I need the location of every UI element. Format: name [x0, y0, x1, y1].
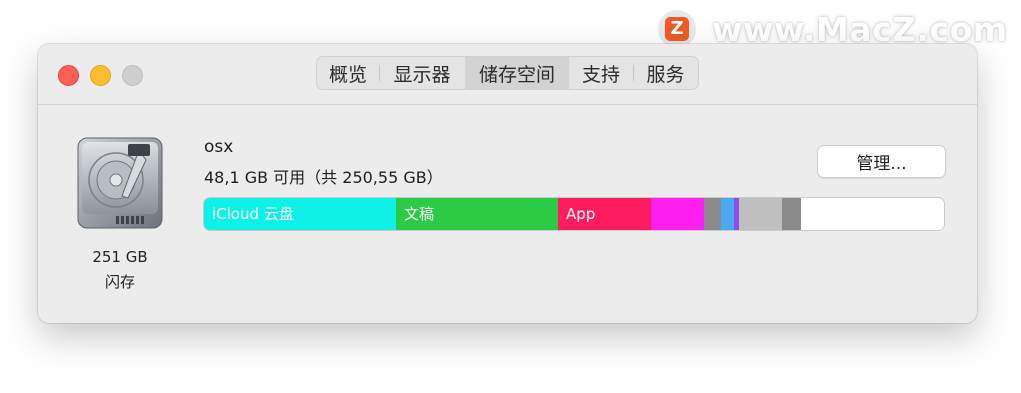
watermark-text: www.MacZ.com — [712, 9, 1008, 49]
drive-type: 闪存 — [104, 273, 135, 291]
storage-segment-apps[interactable]: App — [558, 198, 651, 230]
tab-service[interactable]: 服务 — [633, 57, 698, 89]
about-this-mac-window: 概览 显示器 储存空间 支持 服务 251 GB 闪存 osx 48,1 GB … — [38, 44, 977, 323]
zoom-button[interactable] — [122, 65, 143, 86]
macz-logo-letter: Z — [665, 17, 689, 41]
storage-segment-icloud[interactable]: iCloud 云盘 — [204, 198, 396, 230]
tab-bar: 概览 显示器 储存空间 支持 服务 — [316, 56, 699, 90]
manage-button[interactable]: 管理... — [817, 145, 946, 178]
storage-segment-gray[interactable] — [704, 198, 721, 230]
storage-segment-light-gray[interactable] — [739, 198, 782, 230]
volume-available-space: 48,1 GB 可用（共 250,55 GB） — [204, 168, 443, 187]
storage-segment-label: 文稿 — [404, 205, 435, 223]
close-button[interactable] — [58, 65, 79, 86]
storage-segment-label: iCloud 云盘 — [212, 205, 294, 223]
storage-segment-magenta[interactable] — [651, 198, 704, 230]
storage-segment-label: App — [566, 205, 596, 223]
storage-segment-free — [801, 198, 944, 230]
volume-name: osx — [204, 137, 234, 157]
tab-support[interactable]: 支持 — [569, 57, 633, 89]
storage-usage-bar: iCloud 云盘 文稿 App — [203, 197, 945, 231]
tab-displays[interactable]: 显示器 — [379, 57, 465, 89]
hard-drive-icon — [76, 136, 164, 230]
title-bar: 概览 显示器 储存空间 支持 服务 — [38, 44, 977, 105]
storage-segment-dark-gray[interactable] — [782, 198, 801, 230]
minimize-button[interactable] — [90, 65, 111, 86]
tab-storage[interactable]: 储存空间 — [465, 57, 569, 89]
storage-segment-documents[interactable]: 文稿 — [396, 198, 558, 230]
tab-overview[interactable]: 概览 — [317, 57, 379, 89]
macz-logo-icon: Z — [658, 10, 696, 48]
storage-segment-blue[interactable] — [721, 198, 734, 230]
drive-capacity: 251 GB — [92, 248, 148, 266]
